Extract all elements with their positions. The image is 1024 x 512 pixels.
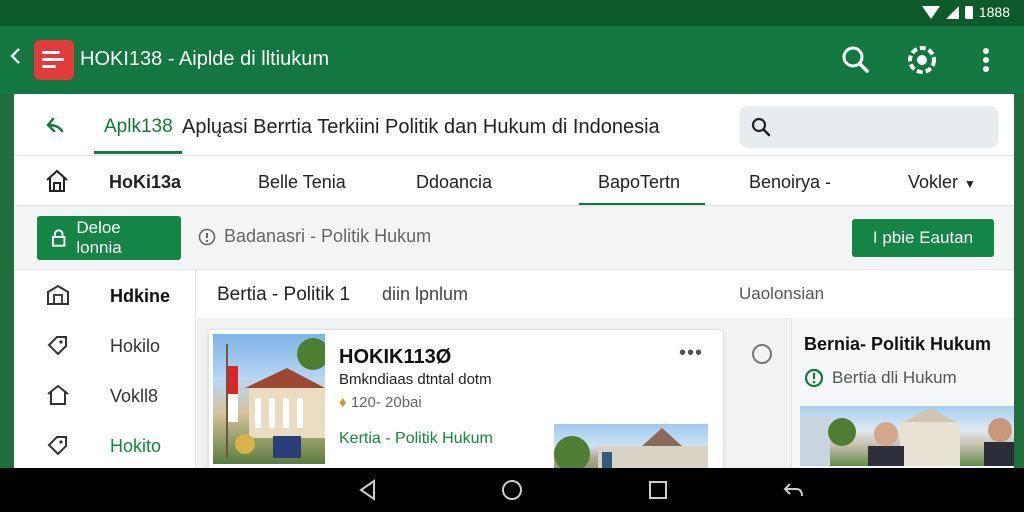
site-link-underline [94,151,182,154]
back-arrow-icon[interactable] [44,114,68,144]
sidebar-item-3[interactable]: Vokll8 [14,370,196,420]
toolbar: Deloe lonnia Badanasri - Politik Hukum I… [14,206,1014,270]
check-circle-icon [804,368,824,388]
side-news-card[interactable]: Bernia- Politik Hukum Bertia dli Hukum [791,318,1014,468]
left-action-button[interactable]: Deloe lonnia [37,216,181,260]
sidebar-item-label: Hokilo [110,336,161,356]
nav-recents-icon[interactable] [646,478,670,502]
heading-right[interactable]: Uaolonsian [739,284,824,304]
nav-item-5-label: Vokler [908,172,959,192]
nav-item-3[interactable]: BapoTertn [598,172,680,193]
more-vertical-icon[interactable] [966,40,1006,80]
card-title: HOKIK113Ø [339,346,452,368]
sidebar-item-2[interactable]: Hokilo [14,320,196,370]
nav-item-4[interactable]: Benoirya - [749,172,831,193]
news-card[interactable]: HOKIK113Ø Bmkndiaas dtntal dotm ♦ 120- 2… [208,329,724,468]
home-icon[interactable] [44,168,70,199]
battery-icon [964,5,973,19]
tag-icon [46,334,70,361]
sidebar-item-label: Hokito [110,436,162,456]
right-action-button[interactable]: I pbie Eautan [852,219,994,257]
app-screen: 1888 HOKI138 - Aiplde di lltiukum Aplk13… [0,0,1024,512]
clock-icon: ♦ [339,394,347,411]
home-icon [46,384,70,411]
back-icon[interactable] [8,46,22,72]
card2-tag: Bertia dli Hukum [804,368,957,388]
nav-bar: HoKi13a Belle Tenia Ddoancia BapoTertn B… [14,156,1014,206]
building-icon [46,284,70,311]
sidebar-item-label: Hdkine [110,286,171,306]
info-text: Badanasri - Politik Hukum [198,226,431,247]
status-icons: 1888 [921,4,1010,20]
section-heading: Bertia - Politik 1 diin lpnlum Uaolonsia… [197,270,1014,318]
nav-active-indicator [579,203,705,205]
nav-item-1[interactable]: Belle Tenia [258,172,346,193]
signal-icon [945,5,959,19]
nav-return-icon[interactable] [782,478,806,502]
nav-item-2[interactable]: Ddoancia [416,172,492,193]
card-date-label: 120- 20bai [350,394,422,411]
card-subtitle: Bmkndiaas dtntal dotm [339,371,492,388]
lock-icon [51,229,66,247]
system-nav-bar [0,468,1024,512]
page-headline: Aplųasi Berrtia Terkiini Politik dan Huk… [182,116,660,138]
sidebar-item-label: Vokll8 [110,386,159,406]
more-horizontal-icon[interactable]: ••• [679,342,703,365]
nav-brand[interactable]: HoKi13a [109,172,181,193]
status-bar: 1888 [0,0,1024,26]
status-time: 1888 [978,4,1010,20]
card2-image [800,406,1014,466]
app-logo [34,40,74,80]
sidebar-item-1[interactable]: Hdkine [14,270,196,320]
card2-title: Bernia- Politik Hukum [804,334,992,354]
sidebar: Hdkine Hokilo Vokll8 Hokito [14,270,196,468]
site-link[interactable]: Aplk138 [104,116,173,138]
heading-left: Bertia - Politik 1 [217,284,351,305]
card-image [554,424,708,468]
radio-toggle[interactable] [752,344,772,364]
chevron-down-icon: ▼ [964,177,976,191]
address-bar: Aplk138 Aplųasi Berrtia Terkiini Politik… [14,94,1014,156]
sidebar-item-4[interactable]: Hokito [14,420,196,468]
search-input[interactable] [740,106,998,148]
content-area: Aplk138 Aplųasi Berrtia Terkiini Politik… [14,94,1014,468]
app-title: HOKI138 - Aiplde di lltiukum [80,48,330,70]
card-tag[interactable]: Kertia - Politik Hukum [339,430,493,448]
left-action-label: Deloe lonnia [76,218,122,257]
tag-icon [46,434,70,461]
app-bar: HOKI138 - Aiplde di lltiukum [0,26,1024,94]
info-label: Badanasri - Politik Hukum [224,226,432,246]
card2-tag-label: Bertia dli Hukum [832,368,957,387]
nav-back-icon[interactable] [356,478,380,502]
card-date: ♦ 120- 20bai [339,394,422,411]
news-thumbnail [213,334,325,464]
right-action-label: I pbie Eautan [872,228,974,247]
search-icon[interactable] [836,40,876,80]
wifi-icon [921,5,940,19]
search-icon [751,117,771,137]
nav-home-icon[interactable] [500,478,524,502]
gear-icon[interactable] [902,40,942,80]
nav-item-5[interactable]: Vokler ▼ [908,172,976,193]
info-icon [198,228,216,245]
heading-mid: diin lpnlum [382,284,469,304]
main-panel: Bertia - Politik 1 diin lpnlum Uaolonsia… [197,270,1014,468]
